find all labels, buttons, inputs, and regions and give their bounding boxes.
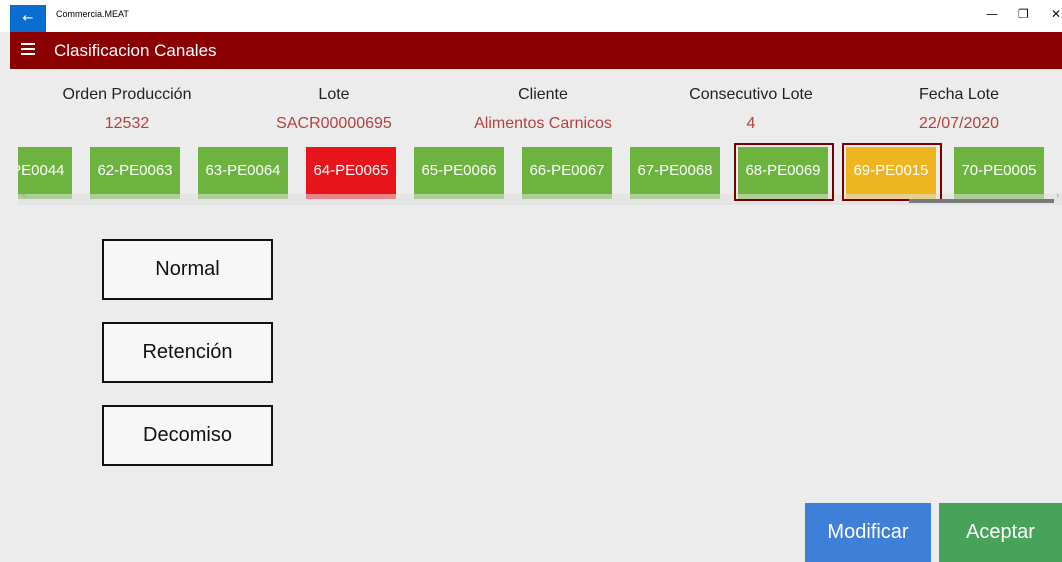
lot-label: Lote bbox=[318, 86, 350, 103]
lot-date-label: Fecha Lote bbox=[918, 86, 1000, 103]
lot-chip-underline bbox=[90, 194, 180, 199]
lot-chip[interactable]: 61-PE0044 bbox=[18, 147, 72, 194]
page-header: Clasificacion Canales bbox=[10, 32, 1062, 69]
hamburger-icon[interactable] bbox=[21, 43, 35, 57]
lot-sequence-label: Consecutivo Lote bbox=[689, 86, 813, 103]
normal-button[interactable]: Normal bbox=[102, 239, 273, 300]
lot-chip[interactable]: 63-PE0064 bbox=[198, 147, 288, 194]
back-button[interactable]: ← bbox=[10, 5, 46, 32]
lot-chip-underline bbox=[522, 194, 612, 199]
client-value: Alimentos Carnicos bbox=[474, 115, 612, 132]
scroll-left-icon[interactable]: ‹ bbox=[22, 191, 26, 201]
lot-chip[interactable]: 65-PE0066 bbox=[414, 147, 504, 194]
lot-chip[interactable]: 69-PE0015 bbox=[846, 147, 936, 194]
lot-chip-underline bbox=[414, 194, 504, 199]
lot-chip-underline bbox=[630, 194, 720, 199]
lot-date-value: 22/07/2020 bbox=[918, 115, 1000, 132]
window-title-bar: ← Commercia.MEAT — ❐ ✕ bbox=[0, 0, 1062, 32]
lot-chip-underline bbox=[198, 194, 288, 199]
lot-chip[interactable]: 66-PE0067 bbox=[522, 147, 612, 194]
decommission-button[interactable]: Decomiso bbox=[102, 405, 273, 466]
lot-sequence-value: 4 bbox=[746, 115, 756, 132]
client-label: Cliente bbox=[518, 86, 568, 103]
retention-button[interactable]: Retención bbox=[102, 322, 273, 383]
lot-chip-underline bbox=[738, 194, 828, 199]
lots-strip[interactable]: 61-PE0044 62-PE0063 63-PE0064 64-PE0065 65-P… bbox=[18, 143, 1062, 205]
lot-chip-underline bbox=[306, 194, 396, 199]
production-order-label: Orden Producción bbox=[62, 86, 192, 103]
lot-chip[interactable]: 67-PE0068 bbox=[630, 147, 720, 194]
scroll-right-icon[interactable]: › bbox=[1056, 191, 1060, 201]
app-title: Commercia.MEAT bbox=[56, 9, 129, 19]
close-button[interactable]: ✕ bbox=[1051, 7, 1061, 21]
restore-button[interactable]: ❐ bbox=[1018, 7, 1029, 21]
accept-button[interactable]: Aceptar bbox=[939, 503, 1062, 562]
lot-chip[interactable]: 64-PE0065 bbox=[306, 147, 396, 194]
lot-value: SACR00000695 bbox=[276, 115, 392, 132]
lot-chip[interactable]: 68-PE0069 bbox=[738, 147, 828, 194]
minimize-button[interactable]: — bbox=[986, 7, 998, 21]
lot-chip[interactable]: 70-PE0005 bbox=[954, 147, 1044, 194]
lot-chip-underline bbox=[18, 194, 72, 199]
production-order-value: 12532 bbox=[104, 115, 150, 132]
page-title: Clasificacion Canales bbox=[54, 41, 217, 60]
lot-chip[interactable]: 62-PE0063 bbox=[90, 147, 180, 194]
horizontal-scrollbar-thumb[interactable] bbox=[909, 199, 1054, 203]
back-arrow-icon: ← bbox=[22, 11, 34, 26]
modify-button[interactable]: Modificar bbox=[805, 503, 931, 562]
